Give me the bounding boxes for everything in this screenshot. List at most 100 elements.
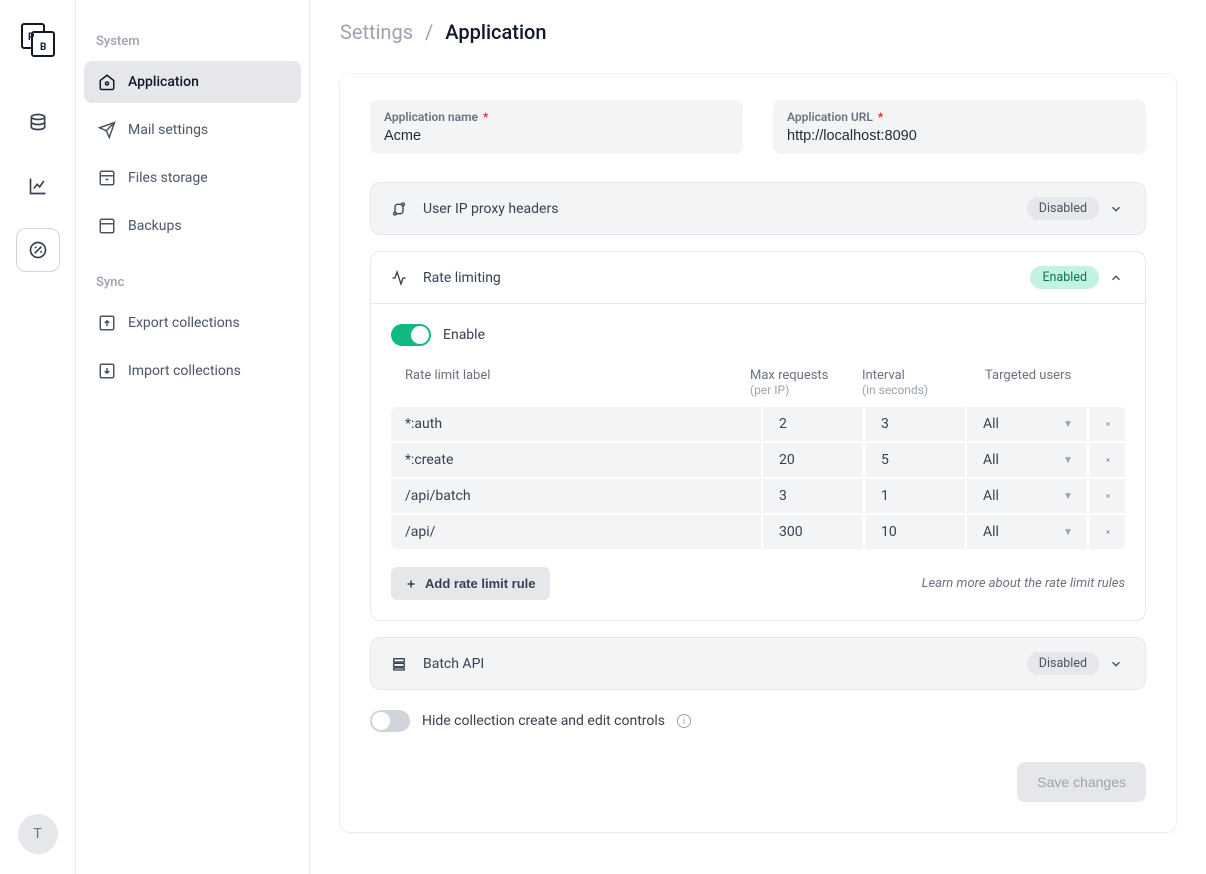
download-icon <box>98 362 116 380</box>
rate-status-badge: Enabled <box>1030 266 1099 289</box>
plus-icon <box>405 578 417 590</box>
rate-row-target-select[interactable]: All▼ <box>969 407 1089 441</box>
sidebar-item-files-storage[interactable]: Files storage <box>84 157 301 199</box>
svg-text:P: P <box>28 32 35 43</box>
settings-panel: Application name * Application URL * <box>340 74 1176 832</box>
rail-collections-icon[interactable] <box>16 100 60 144</box>
rate-row-max[interactable]: 2 <box>765 407 865 441</box>
learn-more-link[interactable]: Learn more about the rate limit rules <box>922 576 1125 591</box>
chevron-down-icon <box>1109 202 1125 216</box>
breadcrumb-root[interactable]: Settings <box>340 20 413 44</box>
main-content: Settings / Application Application name … <box>310 0 1206 874</box>
batch-status-badge: Disabled <box>1027 652 1099 675</box>
sidebar-item-label: Backups <box>128 218 182 234</box>
chevron-up-icon <box>1109 271 1125 285</box>
dropdown-icon: ▼ <box>1063 419 1073 430</box>
section-proxy-header-toggle[interactable]: User IP proxy headers Disabled <box>371 183 1145 234</box>
hide-controls-label: Hide collection create and edit controls <box>422 713 665 729</box>
home-icon <box>98 73 116 91</box>
section-batch-api: Batch API Disabled <box>370 637 1146 690</box>
hide-controls-toggle[interactable] <box>370 710 410 732</box>
dropdown-icon: ▼ <box>1063 455 1073 466</box>
upload-icon <box>98 314 116 332</box>
box-icon <box>98 217 116 235</box>
rate-row-interval[interactable]: 3 <box>867 407 967 441</box>
rate-row-interval[interactable]: 5 <box>867 443 967 477</box>
add-rate-rule-button[interactable]: Add rate limit rule <box>391 567 550 600</box>
sidebar-item-label: Export collections <box>128 315 240 331</box>
app-name-input[interactable] <box>384 126 729 146</box>
rate-limit-row: /api/batch31All▼ <box>391 479 1125 515</box>
sidebar-item-backups[interactable]: Backups <box>84 205 301 247</box>
sidebar-item-export[interactable]: Export collections <box>84 302 301 344</box>
dropdown-icon: ▼ <box>1063 527 1073 538</box>
app-url-label: Application URL * <box>787 110 1132 124</box>
sidebar-section-system: System <box>84 30 301 53</box>
rate-row-target-select[interactable]: All▼ <box>969 479 1089 513</box>
required-star: * <box>483 110 488 124</box>
sidebar-item-import[interactable]: Import collections <box>84 350 301 392</box>
rate-limiting-body: Enable Rate limit label Max requests (pe… <box>371 303 1145 620</box>
rate-row-target-select[interactable]: All▼ <box>969 443 1089 477</box>
sidebar: System Application Mail settings Files s… <box>75 0 310 874</box>
sidebar-item-label: Files storage <box>128 170 208 186</box>
sidebar-item-label: Application <box>128 74 199 90</box>
required-star: * <box>878 110 883 124</box>
sidebar-section-sync: Sync <box>84 271 301 294</box>
rate-limit-table: Rate limit label Max requests (per IP) I… <box>391 368 1125 549</box>
save-changes-button[interactable]: Save changes <box>1017 762 1146 802</box>
sidebar-item-mail-settings[interactable]: Mail settings <box>84 109 301 151</box>
rate-row-max[interactable]: 300 <box>765 515 865 549</box>
rate-limit-row: /api/30010All▼ <box>391 515 1125 549</box>
rate-row-label[interactable]: /api/ <box>391 515 763 549</box>
stack-icon <box>391 656 409 672</box>
rail-logs-icon[interactable] <box>16 164 60 208</box>
rate-limit-row: *:create205All▼ <box>391 443 1125 479</box>
rate-row-interval[interactable]: 1 <box>867 479 967 513</box>
rate-row-max[interactable]: 20 <box>765 443 865 477</box>
col-label: Rate limit label <box>391 368 748 397</box>
route-icon <box>391 201 409 217</box>
rate-row-delete-button[interactable] <box>1091 407 1125 441</box>
archive-icon <box>98 169 116 187</box>
rate-row-label[interactable]: /api/batch <box>391 479 763 513</box>
section-rate-label: Rate limiting <box>423 270 1030 286</box>
send-icon <box>98 121 116 139</box>
section-batch-header-toggle[interactable]: Batch API Disabled <box>371 638 1145 689</box>
rate-row-label[interactable]: *:create <box>391 443 763 477</box>
app-name-field[interactable]: Application name * <box>370 100 743 154</box>
col-target: Targeted users <box>969 368 1089 397</box>
app-url-field[interactable]: Application URL * <box>773 100 1146 154</box>
enable-toggle-row: Enable <box>391 324 1125 346</box>
rate-row-interval[interactable]: 10 <box>867 515 967 549</box>
rate-row-max[interactable]: 3 <box>765 479 865 513</box>
rail-settings-icon[interactable] <box>16 228 60 272</box>
avatar[interactable]: T <box>18 814 58 854</box>
icon-rail: P B T <box>0 0 75 874</box>
app-name-label: Application name * <box>384 110 729 124</box>
breadcrumb-separator: / <box>425 20 433 44</box>
activity-icon <box>391 270 409 286</box>
rate-limit-row: *:auth23All▼ <box>391 407 1125 443</box>
section-proxy-headers: User IP proxy headers Disabled <box>370 182 1146 235</box>
rate-row-label[interactable]: *:auth <box>391 407 763 441</box>
col-interval: Interval (in seconds) <box>862 368 967 397</box>
sidebar-item-label: Import collections <box>128 363 241 379</box>
section-rate-header-toggle[interactable]: Rate limiting Enabled <box>371 252 1145 303</box>
sidebar-item-application[interactable]: Application <box>84 61 301 103</box>
sidebar-item-label: Mail settings <box>128 122 208 138</box>
rate-row-target-select[interactable]: All▼ <box>969 515 1089 549</box>
dropdown-icon: ▼ <box>1063 491 1073 502</box>
logo-icon: P B <box>18 20 58 60</box>
enable-toggle[interactable] <box>391 324 431 346</box>
info-icon[interactable]: i <box>677 714 691 728</box>
section-proxy-label: User IP proxy headers <box>423 201 1027 217</box>
proxy-status-badge: Disabled <box>1027 197 1099 220</box>
svg-text:B: B <box>40 42 46 53</box>
app-url-input[interactable] <box>787 126 1132 146</box>
avatar-initial: T <box>33 826 41 842</box>
rate-row-delete-button[interactable] <box>1091 479 1125 513</box>
hide-controls-row: Hide collection create and edit controls… <box>370 710 1146 732</box>
rate-row-delete-button[interactable] <box>1091 443 1125 477</box>
rate-row-delete-button[interactable] <box>1091 515 1125 549</box>
